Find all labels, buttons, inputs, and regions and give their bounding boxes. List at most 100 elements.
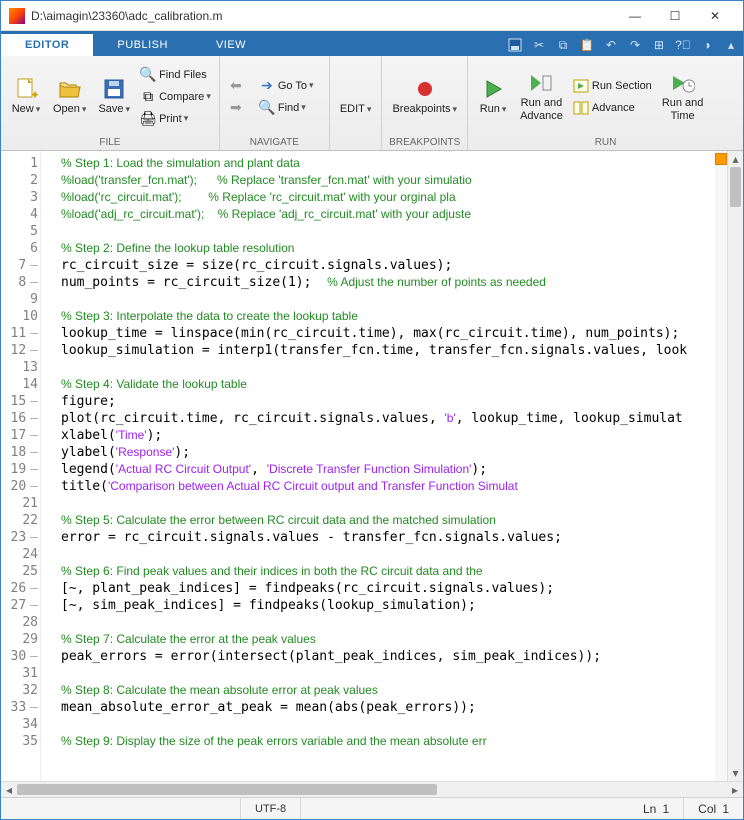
vertical-scroll-thumb[interactable] xyxy=(730,167,741,207)
line-number[interactable]: 30 xyxy=(1,648,40,665)
run-section-icon xyxy=(573,78,589,94)
line-number[interactable]: 22 xyxy=(1,512,40,529)
tab-view[interactable]: VIEW xyxy=(192,34,270,56)
maximize-button[interactable]: ☐ xyxy=(655,2,695,30)
group-label-bp: BREAKPOINTS xyxy=(386,135,463,150)
goto-button[interactable]: ➔Go To xyxy=(255,76,325,96)
scroll-left-arrow[interactable]: ◂ xyxy=(1,782,17,797)
line-number[interactable]: 35 xyxy=(1,733,40,750)
line-number[interactable]: 8 xyxy=(1,274,40,291)
line-number[interactable]: 13 xyxy=(1,359,40,376)
line-number[interactable]: 16 xyxy=(1,410,40,427)
line-number[interactable]: 31 xyxy=(1,665,40,682)
line-number[interactable]: 15 xyxy=(1,393,40,410)
run-time-icon xyxy=(671,71,695,95)
breakpoint-icon xyxy=(413,77,437,101)
line-number[interactable]: 9 xyxy=(1,291,40,308)
line-number[interactable]: 27 xyxy=(1,597,40,614)
run-advance-button[interactable]: Run and Advance xyxy=(514,58,569,135)
line-number[interactable]: 23 xyxy=(1,529,40,546)
find-icon: 🔍 xyxy=(259,100,275,116)
line-number[interactable]: 7 xyxy=(1,257,40,274)
status-encoding[interactable]: UTF-8 xyxy=(241,798,301,819)
line-number[interactable]: 19 xyxy=(1,461,40,478)
line-number[interactable]: 1 xyxy=(1,155,40,172)
scroll-down-arrow[interactable]: ▾ xyxy=(728,765,743,781)
switch-windows-icon[interactable]: ⊞ xyxy=(647,34,671,56)
line-number[interactable]: 28 xyxy=(1,614,40,631)
advance-button[interactable]: Advance xyxy=(569,98,656,118)
close-button[interactable]: ✕ xyxy=(695,2,735,30)
line-gutter[interactable]: 1234567891011121314151617181920212223242… xyxy=(1,151,41,781)
undo-icon[interactable]: ↶ xyxy=(599,34,623,56)
horizontal-scroll-thumb[interactable] xyxy=(17,784,437,795)
run-button[interactable]: Run xyxy=(472,58,514,135)
copy-icon[interactable]: ⧉ xyxy=(551,34,575,56)
status-line[interactable]: Ln 1 xyxy=(629,798,684,819)
line-number[interactable]: 11 xyxy=(1,325,40,342)
nav-fwd-button[interactable]: ➡ xyxy=(224,98,251,118)
line-number[interactable]: 21 xyxy=(1,495,40,512)
line-number[interactable]: 20 xyxy=(1,478,40,495)
prefs-icon[interactable]: ◑ xyxy=(695,34,719,56)
cut-icon[interactable]: ✂ xyxy=(527,34,551,56)
print-icon: 🖨 xyxy=(140,111,156,127)
paste-icon[interactable]: 📋 xyxy=(575,34,599,56)
nav-back-button[interactable]: ⬅ xyxy=(224,76,251,96)
scroll-up-arrow[interactable]: ▴ xyxy=(728,151,743,167)
scroll-right-arrow[interactable]: ▸ xyxy=(727,782,743,797)
horizontal-scrollbar[interactable]: ◂ ▸ xyxy=(1,781,743,797)
run-section-button[interactable]: Run Section xyxy=(569,76,656,96)
find-files-button[interactable]: 🔍Find Files xyxy=(136,65,215,85)
status-col[interactable]: Col 1 xyxy=(684,798,743,819)
line-number[interactable]: 5 xyxy=(1,223,40,240)
tab-publish[interactable]: PUBLISH xyxy=(93,34,192,56)
warning-marker[interactable] xyxy=(715,153,727,165)
titlebar: D:\aimagin\23360\adc_calibration.m — ☐ ✕ xyxy=(1,1,743,31)
redo-icon[interactable]: ↷ xyxy=(623,34,647,56)
ribbon-group-file: ✦ New Open Save 🔍Find Files ⧉Compare 🖨Pr… xyxy=(1,56,220,150)
help-icon[interactable]: ?⃝ xyxy=(671,34,695,56)
edit-icon xyxy=(344,77,368,101)
line-number[interactable]: 32 xyxy=(1,682,40,699)
minimize-button[interactable]: — xyxy=(615,2,655,30)
statusbar: UTF-8 Ln 1 Col 1 xyxy=(1,797,743,819)
line-number[interactable]: 26 xyxy=(1,580,40,597)
run-time-button[interactable]: Run and Time xyxy=(656,58,710,135)
breakpoints-button[interactable]: Breakpoints xyxy=(386,58,463,135)
save-icon[interactable] xyxy=(503,34,527,56)
save-button[interactable]: Save xyxy=(92,58,136,135)
edit-button[interactable]: EDIT xyxy=(334,58,378,135)
minimize-strip-icon[interactable]: ▴ xyxy=(719,34,743,56)
line-number[interactable]: 34 xyxy=(1,716,40,733)
compare-button[interactable]: ⧉Compare xyxy=(136,87,215,107)
line-number[interactable]: 6 xyxy=(1,240,40,257)
line-number[interactable]: 12 xyxy=(1,342,40,359)
line-number[interactable]: 33 xyxy=(1,699,40,716)
editor-area: 1234567891011121314151617181920212223242… xyxy=(1,151,743,781)
new-button[interactable]: ✦ New xyxy=(5,58,47,135)
group-label-run: RUN xyxy=(472,135,739,150)
tab-editor[interactable]: EDITOR xyxy=(1,34,93,56)
line-number[interactable]: 2 xyxy=(1,172,40,189)
open-button[interactable]: Open xyxy=(47,58,92,135)
vertical-scrollbar[interactable]: ▴ ▾ xyxy=(727,151,743,781)
group-label-file: FILE xyxy=(5,135,215,150)
open-icon xyxy=(58,77,82,101)
line-number[interactable]: 10 xyxy=(1,308,40,325)
line-number[interactable]: 24 xyxy=(1,546,40,563)
find-button[interactable]: 🔍Find xyxy=(255,98,325,118)
line-number[interactable]: 25 xyxy=(1,563,40,580)
arrow-right-icon: ➡ xyxy=(228,100,244,116)
line-number[interactable]: 4 xyxy=(1,206,40,223)
line-number[interactable]: 18 xyxy=(1,444,40,461)
code-minimap-strip[interactable] xyxy=(715,151,727,781)
ribbon: ✦ New Open Save 🔍Find Files ⧉Compare 🖨Pr… xyxy=(1,56,743,151)
print-button[interactable]: 🖨Print xyxy=(136,109,215,129)
ribbon-group-navigate: ⬅ ➡ ➔Go To 🔍Find NAVIGATE xyxy=(220,56,330,150)
line-number[interactable]: 17 xyxy=(1,427,40,444)
line-number[interactable]: 14 xyxy=(1,376,40,393)
code-editor[interactable]: % Step 1: Load the simulation and plant … xyxy=(41,151,743,781)
line-number[interactable]: 29 xyxy=(1,631,40,648)
line-number[interactable]: 3 xyxy=(1,189,40,206)
